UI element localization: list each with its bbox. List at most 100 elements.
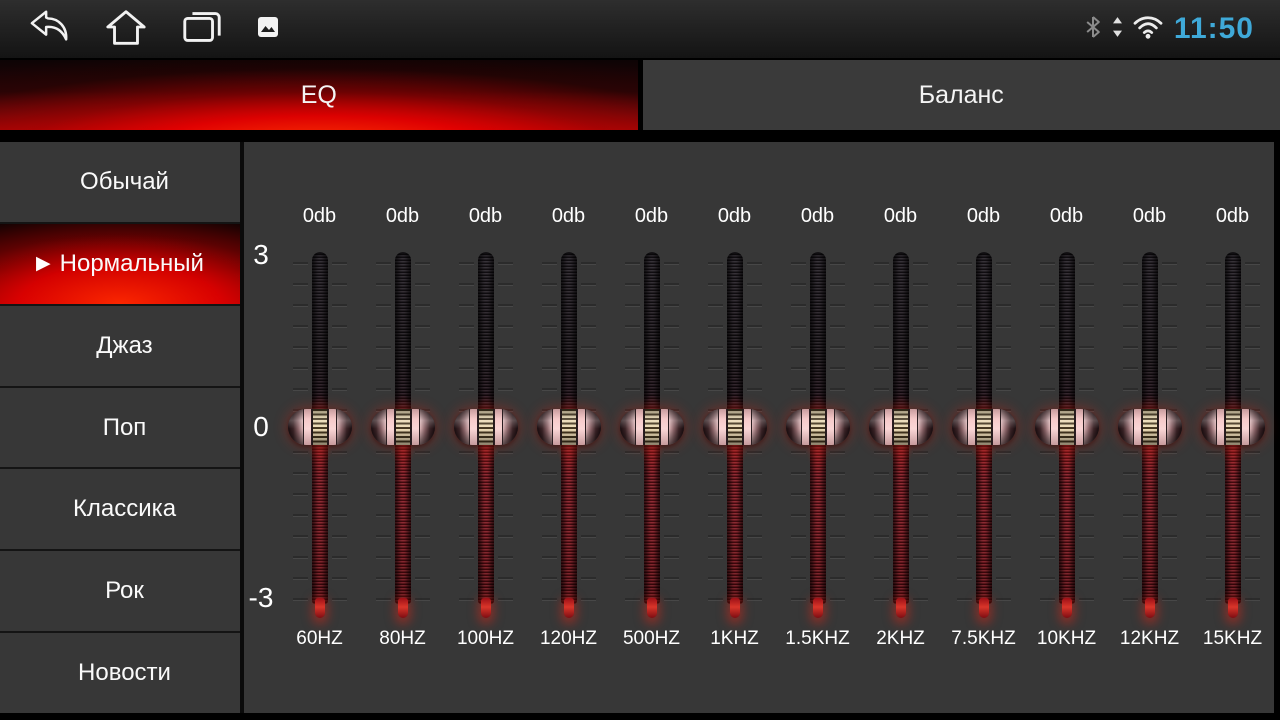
slider-thumb[interactable]	[703, 409, 767, 445]
thumb-band-right	[328, 409, 337, 445]
slider-thumb[interactable]	[1118, 409, 1182, 445]
band-freq-label: 12KHZ	[1120, 628, 1179, 650]
thumb-band-left	[552, 409, 561, 445]
eq-band: 0db 500HZ	[610, 142, 693, 713]
thumb-band-right	[577, 409, 586, 445]
slider-tip	[1145, 598, 1155, 618]
band-value-label: 0db	[552, 204, 585, 228]
slider-thumb[interactable]	[786, 409, 850, 445]
scale-minus3: -3	[244, 583, 278, 613]
preset-item-2[interactable]: ▶ Нормальный	[0, 224, 240, 304]
thumb-grip	[312, 409, 328, 445]
slider-tip	[647, 598, 657, 618]
band-slider[interactable]	[534, 252, 604, 620]
slider-tip	[1228, 598, 1238, 618]
eq-band: 0db 10KHZ	[1025, 142, 1108, 713]
preset-item-5[interactable]: Классика	[0, 469, 240, 549]
slider-tip	[398, 598, 408, 618]
thumb-band-right	[1158, 409, 1167, 445]
tab-balance[interactable]: Баланс	[643, 60, 1280, 130]
band-value-label: 0db	[303, 204, 336, 228]
thumb-band-left	[469, 409, 478, 445]
preset-item-3[interactable]: Джаз	[0, 306, 240, 386]
tab-bar: EQ Баланс	[0, 58, 1280, 130]
band-freq-label: 15KHZ	[1203, 628, 1262, 650]
band-slider[interactable]	[866, 252, 936, 620]
thumb-grip	[1142, 409, 1158, 445]
slider-tip	[315, 598, 325, 618]
eq-band: 0db 12KHZ	[1108, 142, 1191, 713]
preset-label: Обычай	[80, 168, 169, 196]
back-button[interactable]	[26, 7, 72, 52]
band-slider[interactable]	[451, 252, 521, 620]
band-slider[interactable]	[1115, 252, 1185, 620]
band-value-label: 0db	[1133, 204, 1166, 228]
thumb-cap-left	[454, 409, 469, 445]
thumb-cap-right	[1084, 409, 1099, 445]
eq-band: 0db 60HZ	[278, 142, 361, 713]
thumb-cap-left	[371, 409, 386, 445]
slider-thumb[interactable]	[1201, 409, 1265, 445]
status-bar: 11:50	[0, 0, 1280, 58]
band-slider[interactable]	[949, 252, 1019, 620]
band-freq-label: 1.5KHZ	[785, 628, 849, 650]
band-freq-label: 10KHZ	[1037, 628, 1096, 650]
tab-eq-label: EQ	[301, 81, 337, 110]
slider-thumb[interactable]	[952, 409, 1016, 445]
eq-band: 0db 80HZ	[361, 142, 444, 713]
gallery-button[interactable]	[256, 15, 280, 44]
preset-item-7[interactable]: Новости	[0, 633, 240, 713]
thumb-grip	[561, 409, 577, 445]
thumb-cap-left	[620, 409, 635, 445]
slider-tip	[564, 598, 574, 618]
band-slider[interactable]	[700, 252, 770, 620]
thumb-cap-right	[503, 409, 518, 445]
band-slider[interactable]	[285, 252, 355, 620]
recent-apps-icon	[180, 7, 224, 52]
band-slider[interactable]	[1198, 252, 1268, 620]
slider-tip	[730, 598, 740, 618]
eq-band: 0db 2KHZ	[859, 142, 942, 713]
band-slider[interactable]	[1032, 252, 1102, 620]
slider-thumb[interactable]	[288, 409, 352, 445]
thumb-band-left	[1133, 409, 1142, 445]
band-freq-label: 2KHZ	[876, 628, 925, 650]
preset-item-4[interactable]: Поп	[0, 388, 240, 468]
slider-thumb[interactable]	[454, 409, 518, 445]
thumb-cap-left	[1201, 409, 1216, 445]
band-freq-label: 60HZ	[296, 628, 342, 650]
band-value-label: 0db	[1050, 204, 1083, 228]
slider-thumb[interactable]	[1035, 409, 1099, 445]
slider-tip	[1062, 598, 1072, 618]
slider-thumb[interactable]	[537, 409, 601, 445]
home-icon	[104, 7, 148, 52]
tab-balance-label: Баланс	[919, 81, 1004, 110]
thumb-cap-right	[1250, 409, 1265, 445]
band-slider[interactable]	[617, 252, 687, 620]
thumb-cap-left	[869, 409, 884, 445]
recents-button[interactable]	[180, 7, 224, 52]
band-slider[interactable]	[368, 252, 438, 620]
thumb-cap-left	[703, 409, 718, 445]
slider-thumb[interactable]	[869, 409, 933, 445]
slider-tip	[896, 598, 906, 618]
thumb-band-left	[635, 409, 644, 445]
band-slider[interactable]	[783, 252, 853, 620]
preset-item-6[interactable]: Рок	[0, 551, 240, 631]
preset-item-1[interactable]: Обычай	[0, 142, 240, 222]
thumb-cap-right	[1167, 409, 1182, 445]
slider-thumb[interactable]	[620, 409, 684, 445]
slider-thumb[interactable]	[371, 409, 435, 445]
preset-label: Джаз	[96, 332, 152, 360]
thumb-cap-right	[918, 409, 933, 445]
band-value-label: 0db	[1216, 204, 1249, 228]
home-button[interactable]	[104, 7, 148, 52]
tab-eq[interactable]: EQ	[0, 60, 638, 130]
thumb-band-left	[386, 409, 395, 445]
slider-tip	[481, 598, 491, 618]
thumb-cap-left	[288, 409, 303, 445]
band-value-label: 0db	[469, 204, 502, 228]
thumb-cap-left	[1118, 409, 1133, 445]
thumb-grip	[478, 409, 494, 445]
thumb-grip	[395, 409, 411, 445]
